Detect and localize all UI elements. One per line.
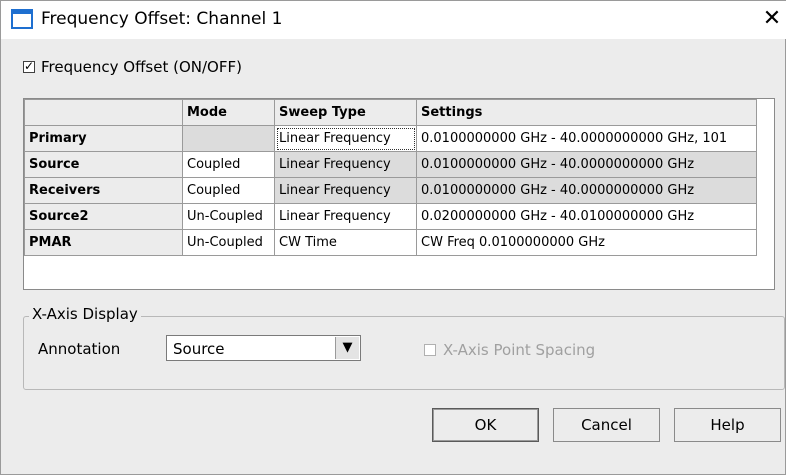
frequency-offset-dialog: Frequency Offset: Channel 1 ✕ ✓ Frequenc…	[0, 0, 786, 475]
row-label: Receivers	[24, 177, 183, 204]
sweep-type-cell: Linear Frequency	[274, 151, 417, 178]
table-row-pmar: PMAR Un-Coupled CW Time CW Freq 0.010000…	[24, 229, 757, 256]
x-axis-point-spacing-label: X-Axis Point Spacing	[443, 341, 596, 359]
sweep-type-cell: Linear Frequency	[274, 177, 417, 204]
frequency-offset-checkbox[interactable]: ✓	[23, 59, 35, 73]
chevron-down-icon[interactable]: ▼	[335, 337, 359, 359]
checkmark-icon: ✓	[24, 59, 35, 73]
help-button[interactable]: Help	[674, 408, 781, 442]
table-row-source: Source Coupled Linear Frequency 0.010000…	[24, 151, 757, 178]
row-label: PMAR	[24, 229, 183, 256]
x-axis-point-spacing-option: X-Axis Point Spacing	[424, 341, 595, 359]
table-row-primary: Primary Linear Frequency 0.0100000000 GH…	[24, 125, 757, 152]
column-header-settings: Settings	[416, 99, 757, 126]
cancel-button[interactable]: Cancel	[553, 408, 660, 442]
mode-cell[interactable]: Coupled	[182, 177, 275, 204]
sweep-type-cell[interactable]: CW Time	[274, 229, 417, 256]
column-header-mode: Mode	[182, 99, 275, 126]
mode-cell[interactable]: Un-Coupled	[182, 203, 275, 230]
column-header-sweep-type: Sweep Type	[274, 99, 417, 126]
window-title: Frequency Offset: Channel 1	[41, 9, 283, 29]
frequency-offset-toggle[interactable]: ✓ Frequency Offset (ON/OFF)	[23, 57, 242, 77]
sweep-table-panel: Mode Sweep Type Settings Primary Linear …	[23, 98, 775, 290]
settings-cell: 0.0100000000 GHz - 40.0000000000 GHz	[416, 151, 757, 178]
window-icon	[11, 9, 33, 29]
settings-cell[interactable]: CW Freq 0.0100000000 GHz	[416, 229, 757, 256]
settings-cell[interactable]: 0.0100000000 GHz - 40.0000000000 GHz, 10…	[416, 125, 757, 152]
table-row-source2: Source2 Un-Coupled Linear Frequency 0.02…	[24, 203, 757, 230]
mode-cell[interactable]: Un-Coupled	[182, 229, 275, 256]
frequency-offset-label: Frequency Offset (ON/OFF)	[41, 58, 242, 76]
sweep-type-cell[interactable]: Linear Frequency	[274, 125, 417, 152]
row-label: Source	[24, 151, 183, 178]
annotation-selected-value: Source	[173, 340, 225, 358]
settings-cell[interactable]: 0.0200000000 GHz - 40.0100000000 GHz	[416, 203, 757, 230]
x-axis-point-spacing-checkbox	[424, 344, 436, 356]
sweep-table: Mode Sweep Type Settings Primary Linear …	[24, 99, 757, 256]
ok-button[interactable]: OK	[432, 408, 539, 442]
x-axis-display-legend: X-Axis Display	[29, 305, 141, 323]
settings-cell: 0.0100000000 GHz - 40.0000000000 GHz	[416, 177, 757, 204]
column-header-blank	[24, 99, 183, 126]
close-icon[interactable]: ✕	[759, 5, 785, 33]
annotation-label: Annotation	[38, 340, 121, 358]
mode-cell[interactable]: Coupled	[182, 151, 275, 178]
row-label: Primary	[24, 125, 183, 152]
x-axis-display-group	[23, 316, 785, 390]
title-bar[interactable]: Frequency Offset: Channel 1 ✕	[1, 1, 786, 39]
sweep-type-cell[interactable]: Linear Frequency	[274, 203, 417, 230]
mode-cell	[182, 125, 275, 152]
table-row-receivers: Receivers Coupled Linear Frequency 0.010…	[24, 177, 757, 204]
table-header-row: Mode Sweep Type Settings	[24, 99, 757, 126]
row-label: Source2	[24, 203, 183, 230]
annotation-dropdown[interactable]: Source ▼	[166, 335, 361, 361]
